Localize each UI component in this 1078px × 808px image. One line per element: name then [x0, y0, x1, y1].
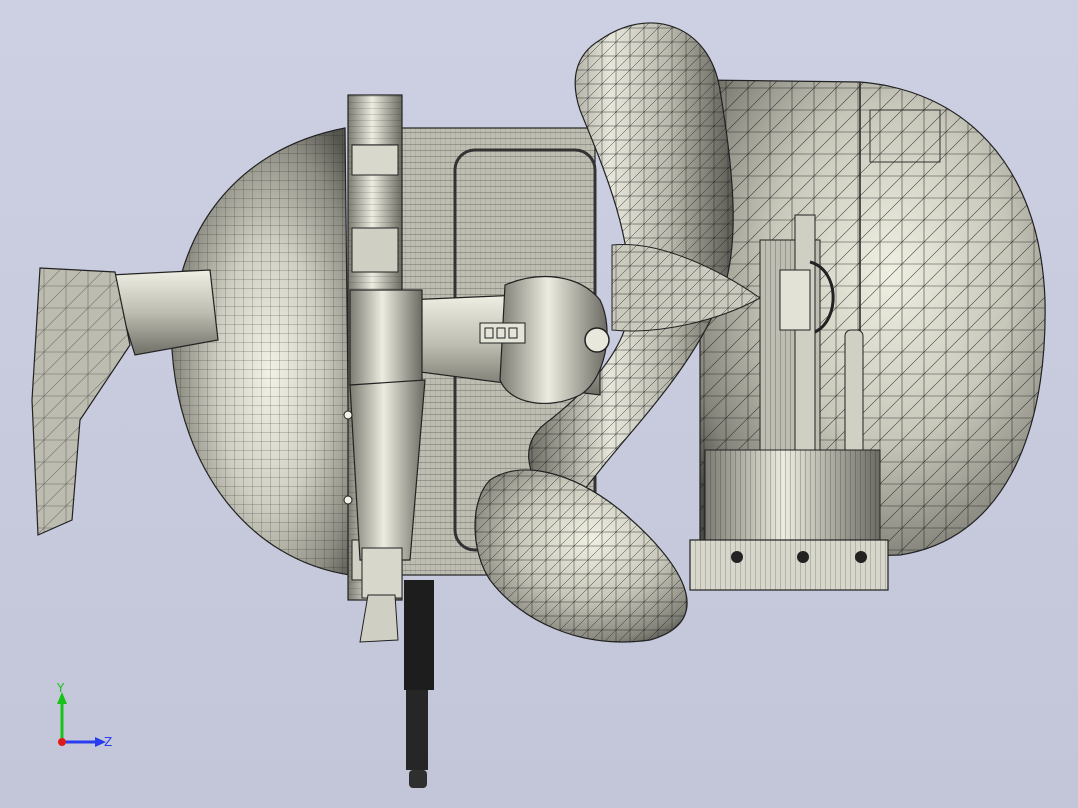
- model-canvas[interactable]: [0, 0, 1078, 808]
- x-axis-dot: [58, 738, 66, 746]
- base-flange: [689, 449, 889, 591]
- y-axis-label: Y: [56, 681, 65, 695]
- 3d-viewport[interactable]: Y Z: [0, 0, 1078, 808]
- orientation-triad: Y Z: [56, 681, 112, 749]
- z-axis-label: Z: [104, 735, 112, 749]
